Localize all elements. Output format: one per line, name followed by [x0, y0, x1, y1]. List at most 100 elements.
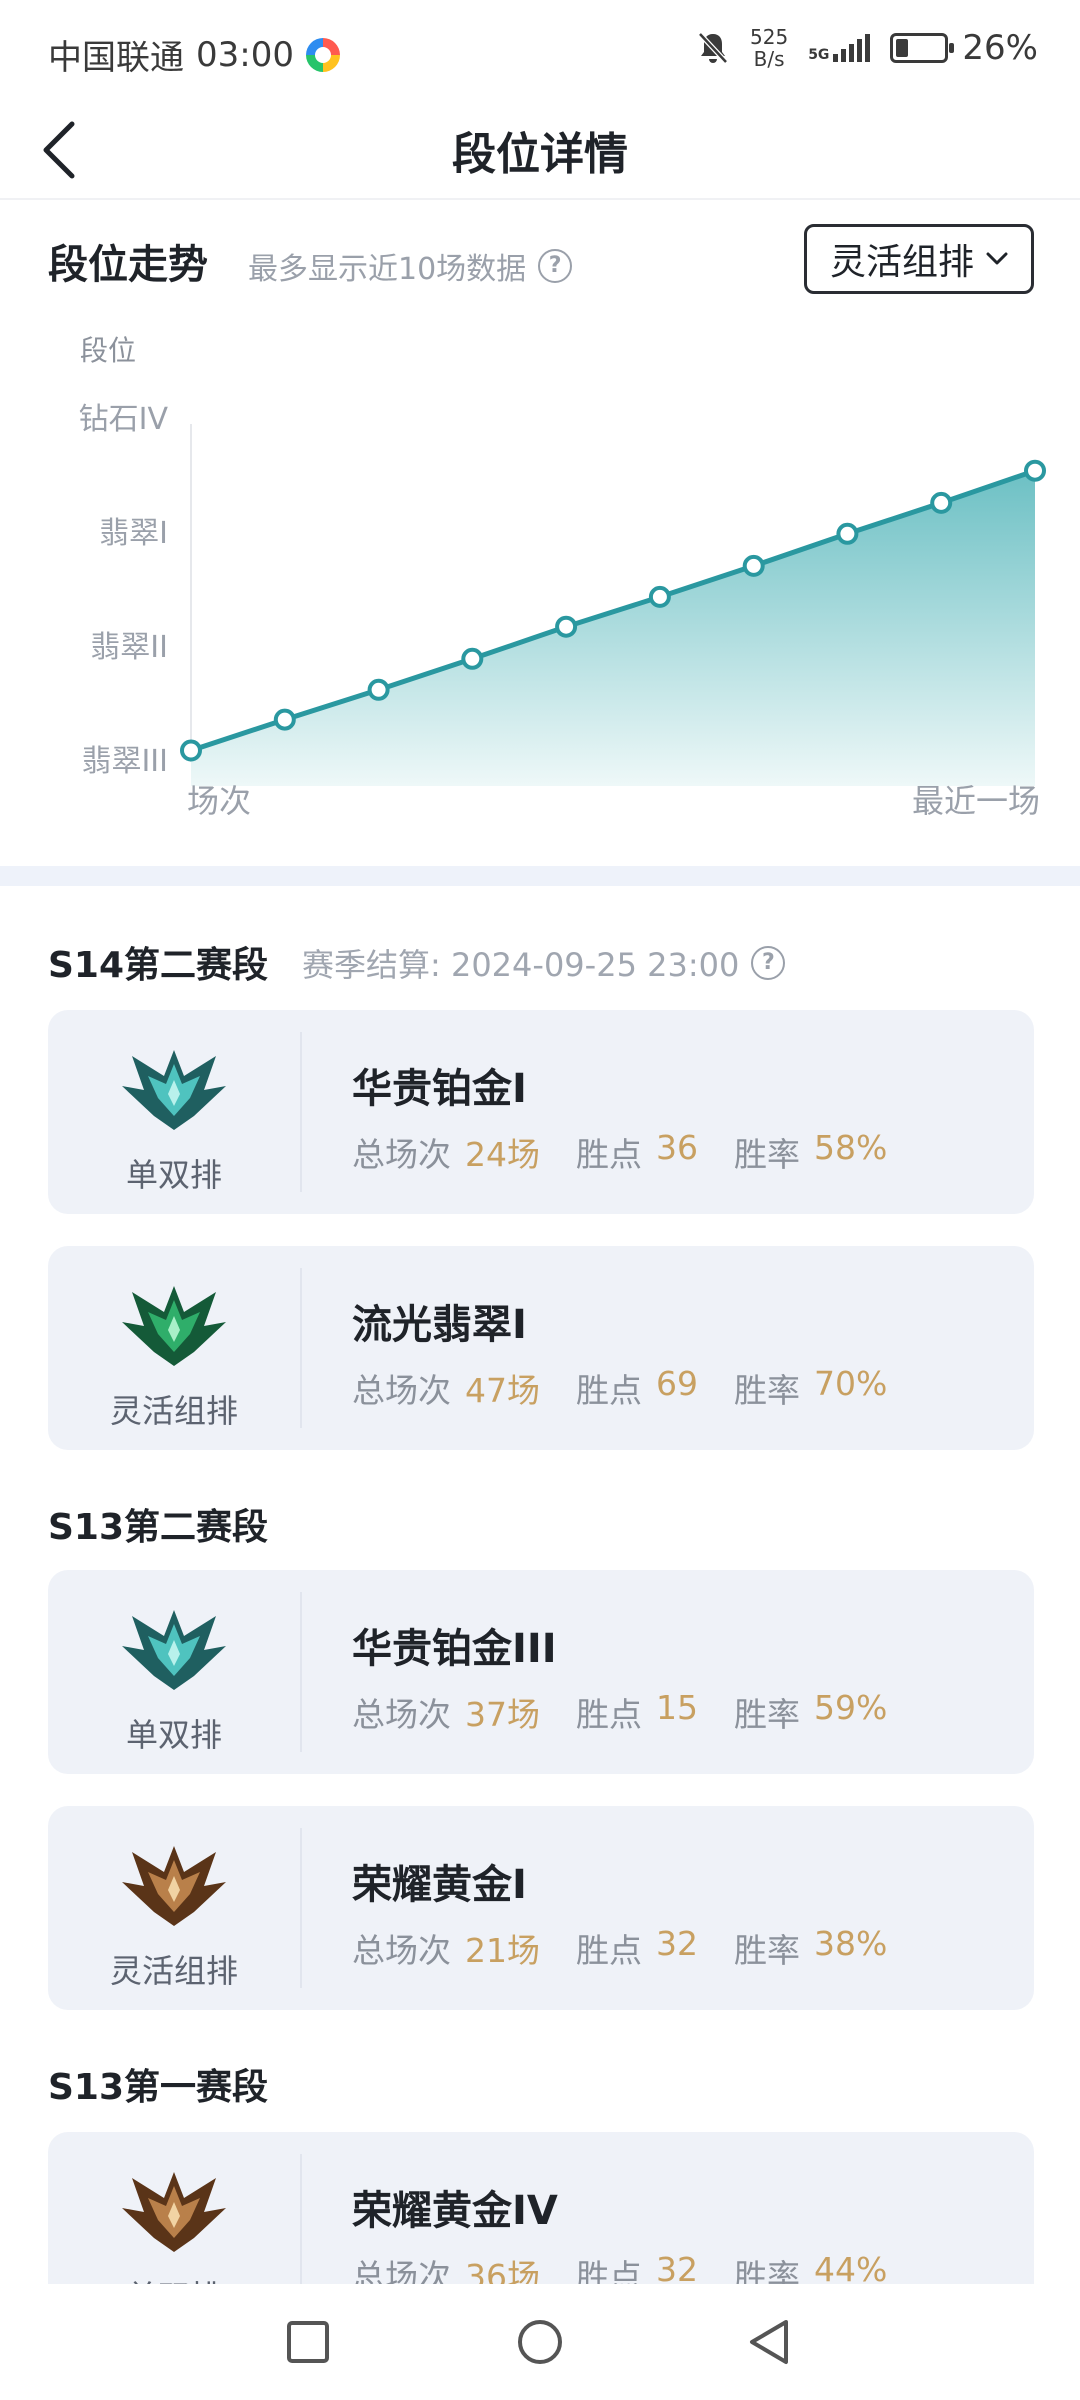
chart-y-tick-label: 钻石IV: [79, 402, 169, 437]
games-label: 总场次: [352, 1371, 451, 1410]
battery-group: 26%: [890, 28, 1038, 68]
chart-point: [367, 678, 390, 701]
rank-card-left: 单双排: [48, 1570, 300, 1774]
header: 段位详情: [0, 100, 1080, 200]
chart-area-fill: [191, 470, 1035, 786]
rank-tier: 荣耀黄金I: [352, 1862, 527, 1908]
season-settlement-text: 赛季结算: 2024-09-25 23:00: [302, 946, 740, 984]
winrate-value: 58%: [814, 1128, 888, 1167]
season-title: S14第二赛段: [48, 945, 269, 986]
winrate-label: 胜率: [734, 1931, 800, 1970]
lp-label: 胜点: [576, 1931, 642, 1970]
rank-stats: 总场次 47场 胜点 69 胜率 70%: [352, 1364, 923, 1412]
chart-x-label-end: 最近一场: [912, 782, 1040, 820]
chart-point: [1024, 459, 1046, 482]
status-right: 525 B/s 5G 26%: [696, 26, 1038, 70]
rank-stats: 总场次 37场 胜点 15 胜率 59%: [352, 1688, 923, 1736]
lp-value: 15: [656, 1688, 698, 1727]
chart-y-tick-label: 翡翠III: [81, 744, 168, 779]
rank-emblem-gold-icon: [122, 2172, 226, 2252]
trend-hint-text: 最多显示近10场数据: [248, 252, 527, 287]
chart-y-tick-label: 翡翠II: [90, 630, 168, 665]
queue-mode-dropdown[interactable]: 灵活组排: [804, 224, 1034, 294]
chart-y-ticks: 翡翠III 翡翠II 翡翠I 钻石IV: [79, 402, 169, 779]
queue-type-label: 灵活组排: [109, 1392, 238, 1430]
queue-type-label: 灵活组排: [109, 1952, 238, 1990]
winrate-value: 38%: [814, 1924, 888, 1963]
rank-stats: 总场次 24场 胜点 36 胜率 58%: [352, 1128, 923, 1176]
winrate-value: 70%: [814, 1364, 888, 1403]
lp-value: 36: [656, 1128, 698, 1167]
signal-icon: 5G: [808, 34, 871, 63]
battery-charging-icon: [890, 33, 955, 63]
rank-emblem-platinum-icon: [122, 1050, 226, 1130]
trend-title: 段位走势: [48, 242, 208, 288]
chart-y-axis-label: 段位: [80, 334, 136, 367]
card-divider: [300, 1592, 302, 1752]
lp-label: 胜点: [576, 1371, 642, 1410]
page-title: 段位详情: [452, 129, 628, 180]
rank-emblem-gold-icon: [122, 1846, 226, 1926]
rank-card-left: 灵活组排: [48, 1806, 300, 2010]
rank-card[interactable]: 单双排 华贵铂金I 总场次 24场 胜点 36 胜率 58%: [48, 1010, 1034, 1214]
games-label: 总场次: [352, 1135, 451, 1174]
queue-mode-value: 灵活组排: [829, 242, 974, 283]
chart-point: [742, 554, 765, 577]
status-bar: 中国联通 03:00 525 B/s 5G 26%: [0, 0, 1080, 100]
rank-card[interactable]: 单双排 华贵铂金III 总场次 37场 胜点 15 胜率 59%: [48, 1570, 1034, 1774]
season-title: S13第二赛段: [48, 1507, 269, 1548]
lp-label: 胜点: [576, 1695, 642, 1734]
rank-trend-chart: 段位 翡翠III 翡翠II 翡翠I 钻石IV 场次 最近一场: [79, 334, 1046, 820]
recent-apps-icon[interactable]: [286, 2320, 330, 2364]
rank-card-left: 灵活组排: [48, 1246, 300, 1450]
network-type: 5G: [808, 47, 830, 63]
back-icon[interactable]: [746, 2318, 792, 2366]
rank-emblem-emerald-icon: [122, 1286, 226, 1366]
net-speed: 525 B/s: [750, 26, 788, 70]
clock: 03:00: [196, 34, 294, 75]
rank-tier: 华贵铂金III: [352, 1626, 557, 1672]
trend-hint: 最多显示近10场数据 ?: [248, 244, 573, 288]
app-logo-icon: [305, 37, 340, 72]
net-speed-unit: B/s: [753, 47, 785, 71]
chart-point: [180, 739, 202, 762]
lp-value: 69: [656, 1364, 698, 1403]
card-divider: [300, 1828, 302, 1988]
rank-card-left: 单双排: [48, 1010, 300, 1214]
signal-bars: [833, 34, 871, 62]
rank-tier: 华贵铂金I: [352, 1066, 527, 1112]
help-icon[interactable]: ?: [538, 249, 573, 283]
winrate-label: 胜率: [734, 1371, 800, 1410]
winrate-label: 胜率: [734, 1135, 800, 1174]
home-icon[interactable]: [516, 2318, 564, 2366]
games-value: 24场: [465, 1135, 540, 1174]
queue-type-label: 单双排: [125, 1156, 222, 1194]
chart-point: [930, 491, 953, 514]
card-divider: [300, 1268, 302, 1428]
games-value: 21场: [465, 1931, 540, 1970]
season-title: S13第一赛段: [48, 2067, 269, 2108]
queue-type-label: 单双排: [125, 1716, 222, 1754]
battery-percent: 26%: [962, 28, 1038, 68]
chart-y-tick-label: 翡翠I: [99, 516, 168, 551]
card-divider: [300, 1032, 302, 1192]
section-divider: [0, 866, 1080, 886]
rank-card[interactable]: 灵活组排 流光翡翠I 总场次 47场 胜点 69 胜率 70%: [48, 1246, 1034, 1450]
bell-muted-icon: [698, 32, 728, 64]
winrate-label: 胜率: [734, 1695, 800, 1734]
chart-point: [555, 615, 578, 638]
chart-point: [648, 585, 671, 608]
rank-stats: 总场次 21场 胜点 32 胜率 38%: [352, 1924, 923, 1972]
rank-tier: 流光翡翠I: [352, 1302, 527, 1348]
chart-x-label-start: 场次: [187, 782, 251, 820]
chart-point: [461, 647, 484, 670]
rank-card[interactable]: 灵活组排 荣耀黄金I 总场次 21场 胜点 32 胜率 38%: [48, 1806, 1034, 2010]
status-left: 中国联通 03:00: [48, 30, 340, 79]
rank-tier: 荣耀黄金IV: [352, 2188, 558, 2234]
help-icon[interactable]: ?: [751, 946, 786, 980]
chart-point: [273, 708, 296, 731]
system-nav-bar: [0, 2284, 1080, 2400]
season-settlement: 赛季结算: 2024-09-25 23:00 ?: [302, 940, 786, 986]
rank-emblem-platinum-icon: [122, 1610, 226, 1690]
games-label: 总场次: [352, 1931, 451, 1970]
